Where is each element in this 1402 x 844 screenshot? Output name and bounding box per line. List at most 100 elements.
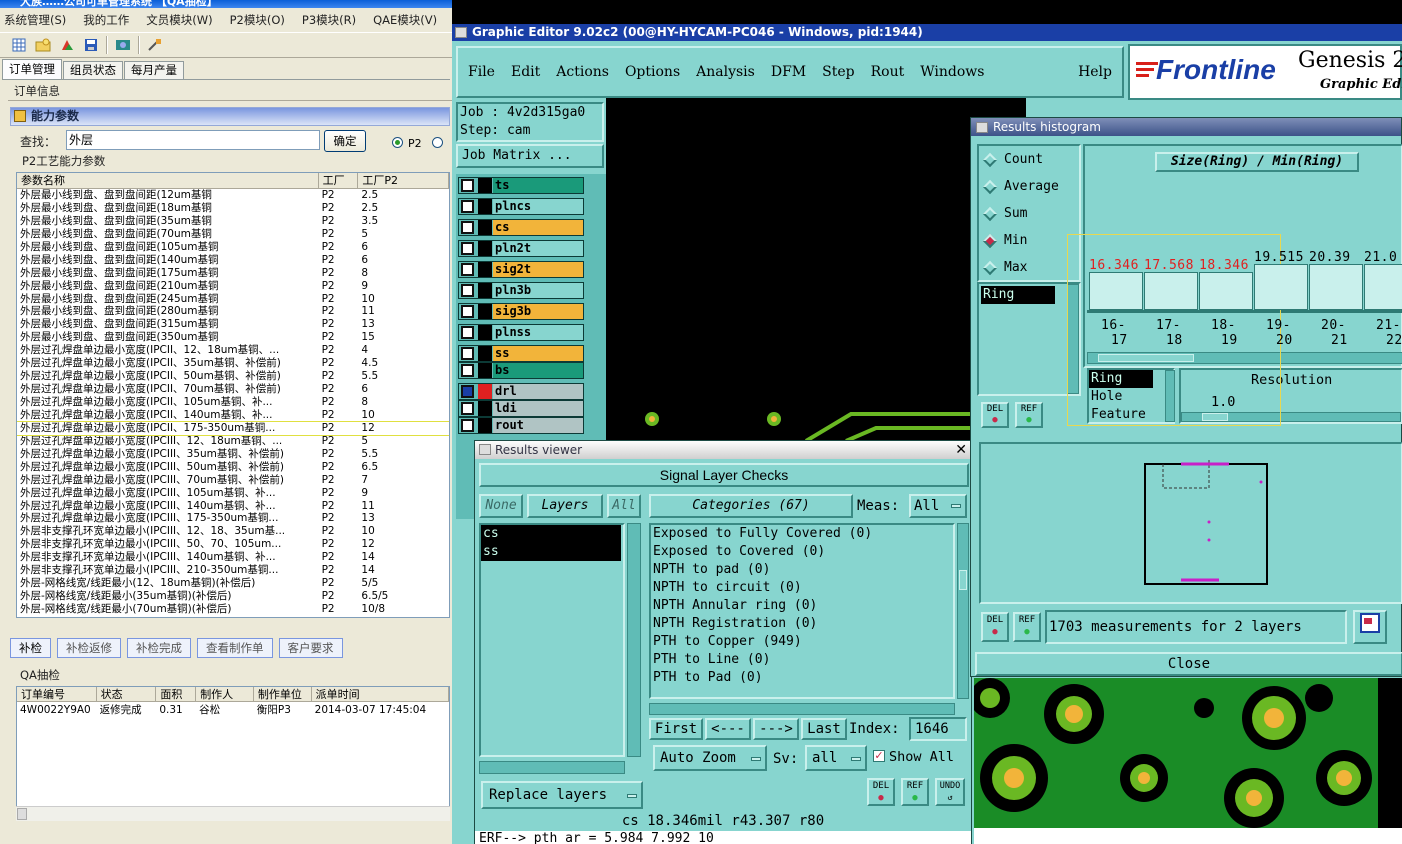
save-icon[interactable] (82, 36, 100, 54)
option-count[interactable]: Count (982, 152, 1043, 167)
preview-icon[interactable] (114, 36, 132, 54)
layer-row-rout[interactable]: rout (458, 417, 584, 434)
tab-monthly-output[interactable]: 每月产量 (124, 61, 184, 79)
menu-step[interactable]: Step (822, 64, 854, 80)
del-button[interactable]: DEL ● (981, 612, 1009, 642)
view-job-sheet-button[interactable]: 查看制作单 (197, 638, 273, 658)
option-sum[interactable]: Sum (982, 206, 1027, 221)
param-row[interactable]: 外层最小线到盘、盘到盘间距(315um基铜 P2 13 (17, 318, 449, 331)
menu-file[interactable]: File (468, 64, 495, 80)
recheck-repair-button[interactable]: 补检返修 (57, 638, 121, 658)
param-row[interactable]: 外层过孔焊盘单边最小宽度(IPCIII、70um基铜、补偿前) P2 7 (17, 474, 449, 487)
field-list[interactable]: Ring (977, 282, 1081, 396)
layer-checkbox[interactable] (461, 364, 474, 377)
option-max[interactable]: Max (982, 260, 1027, 275)
param-row[interactable]: 外层最小线到盘、盘到盘间距(70um基铜 P2 5 (17, 228, 449, 241)
menu-p2[interactable]: P2模块(O) (230, 12, 285, 28)
job-matrix-button[interactable]: Job Matrix ... (456, 144, 604, 168)
param-row[interactable]: 外层过孔焊盘单边最小宽度(IPCII、175-350um基铜... P2 12 (17, 420, 449, 436)
param-row[interactable]: 外层过孔焊盘单边最小宽度(IPCII、140um基铜、补... P2 10 (17, 409, 449, 422)
histogram-bar[interactable] (1309, 264, 1363, 310)
category-scrollbar[interactable] (957, 523, 969, 699)
customer-requirements-button[interactable]: 客户要求 (278, 638, 343, 658)
sv-dropdown[interactable]: all (805, 745, 867, 771)
menu-analysis[interactable]: Analysis (696, 64, 755, 80)
tools-icon[interactable] (146, 36, 164, 54)
layer-row-drl[interactable]: drl (458, 383, 584, 400)
window-menu-icon[interactable] (455, 27, 467, 38)
ref-button[interactable]: REF ● (1015, 402, 1043, 428)
layer-row-ss[interactable]: ss (458, 345, 584, 362)
param-row[interactable]: 外层最小线到盘、盘到盘间距(280um基铜 P2 11 (17, 305, 449, 318)
param-row[interactable]: 外层过孔焊盘单边最小宽度(IPCII、35um基铜、补偿前) P2 4.5 (17, 357, 449, 370)
undo-button[interactable]: UNDO ↺ (935, 778, 965, 806)
layer-row-pln2t[interactable]: pln2t (458, 240, 584, 257)
param-row[interactable]: 外层非支撑孔环宽单边最小(IPCIII、50、70、105um... P2 12 (17, 538, 449, 551)
layer-checkbox[interactable] (461, 221, 474, 234)
search-input[interactable]: 外层 (66, 130, 320, 150)
layer-checkbox[interactable] (461, 385, 474, 398)
report-icon[interactable] (1353, 610, 1387, 644)
menu-options[interactable]: Options (625, 64, 680, 80)
histogram-bar[interactable] (1364, 264, 1402, 310)
category-item[interactable]: Exposed to Covered (0) (651, 543, 953, 561)
menu-qae[interactable]: QAE模块(V) (373, 12, 437, 28)
header-status[interactable]: 状态 (97, 687, 157, 701)
prev-button[interactable]: <--- (705, 718, 751, 740)
header-unit[interactable]: 制作单位 (254, 687, 312, 701)
recheck-button[interactable]: 补检 (10, 638, 51, 658)
window-menu-icon[interactable] (479, 444, 491, 455)
category-list[interactable]: Exposed to Fully Covered (0) Exposed to C… (649, 523, 955, 699)
meas-dropdown[interactable]: All (909, 494, 967, 518)
result-layer-item[interactable]: cs (481, 525, 621, 543)
board-detail-view[interactable] (974, 678, 1402, 844)
first-button[interactable]: First (649, 718, 703, 740)
all-layers-button[interactable]: All (607, 494, 641, 518)
param-row[interactable]: 外层过孔焊盘单边最小宽度(IPCIII、140um基铜、补... P2 11 (17, 500, 449, 513)
show-all-checkbox[interactable]: ✓ (873, 750, 885, 762)
option-average[interactable]: Average (982, 179, 1059, 194)
header-factory[interactable]: 工厂 (319, 173, 359, 188)
qa-horizontal-scrollbar[interactable] (16, 806, 450, 821)
param-row[interactable]: 外层最小线到盘、盘到盘间距(12um基铜 P2 2.5 (17, 189, 449, 202)
param-row[interactable]: 外层非支撑孔环宽单边最小(IPCIII、210-350um基铜... P2 14 (17, 564, 449, 577)
param-row[interactable]: 外层过孔焊盘单边最小宽度(IPCII、105um基铜、补... P2 8 (17, 396, 449, 409)
grid-icon[interactable] (10, 36, 28, 54)
next-button[interactable]: ---> (753, 718, 799, 740)
category-item[interactable]: NPTH to pad (0) (651, 561, 953, 579)
layer-checkbox[interactable] (461, 242, 474, 255)
layer-list-hscrollbar[interactable] (479, 761, 625, 774)
histogram-close-button[interactable]: Close (975, 652, 1402, 676)
header-param-name[interactable]: 参数名称 (17, 173, 319, 188)
ref-button[interactable]: REF ● (901, 778, 929, 806)
auto-zoom-dropdown[interactable]: Auto Zoom (653, 745, 767, 771)
menu-rout[interactable]: Rout (871, 64, 905, 80)
option-min[interactable]: Min (982, 233, 1027, 248)
param-row[interactable]: 外层非支撑孔环宽单边最小(IPCIII、12、18、35um基... P2 10 (17, 525, 449, 538)
header-area[interactable]: 面积 (156, 687, 197, 701)
tab-order-management[interactable]: 订单管理 (2, 59, 62, 79)
tab-member-status[interactable]: 组员状态 (63, 61, 123, 79)
header-factory-p2[interactable]: 工厂P2 (358, 173, 449, 188)
layer-row-cs[interactable]: cs (458, 219, 584, 236)
menu-windows[interactable]: Windows (920, 64, 984, 80)
close-icon[interactable]: ✕ (955, 443, 967, 457)
category-item[interactable]: PTH to Copper (949) (651, 633, 953, 651)
index-field[interactable]: 1646 (909, 717, 967, 741)
param-row[interactable]: 外层过孔焊盘单边最小宽度(IPCII、50um基铜、补偿前) P2 5.5 (17, 370, 449, 383)
last-button[interactable]: Last (801, 718, 847, 740)
histogram-bar[interactable] (1199, 272, 1253, 310)
layer-checkbox[interactable] (461, 200, 474, 213)
qa-row[interactable]: 4W0022Y9A0 返修完成 0.31 谷松 衡阳P3 2014-03-07 … (17, 702, 449, 718)
star-folder-icon[interactable] (34, 36, 52, 54)
layer-checkbox[interactable] (461, 326, 474, 339)
param-row[interactable]: 外层最小线到盘、盘到盘间距(105um基铜 P2 6 (17, 241, 449, 254)
layer-checkbox[interactable] (461, 305, 474, 318)
category-item[interactable]: NPTH Registration (0) (651, 615, 953, 633)
pcb-canvas[interactable] (606, 98, 1026, 441)
header-order-no[interactable]: 订单编号 (17, 687, 97, 701)
menu-help[interactable]: Help (1078, 64, 1112, 80)
recheck-complete-button[interactable]: 补检完成 (127, 638, 191, 658)
layer-row-plnss[interactable]: plnss (458, 324, 584, 341)
param-row[interactable]: 外层过孔焊盘单边最小宽度(IPCII、12、18um基铜、... P2 4 (17, 344, 449, 357)
